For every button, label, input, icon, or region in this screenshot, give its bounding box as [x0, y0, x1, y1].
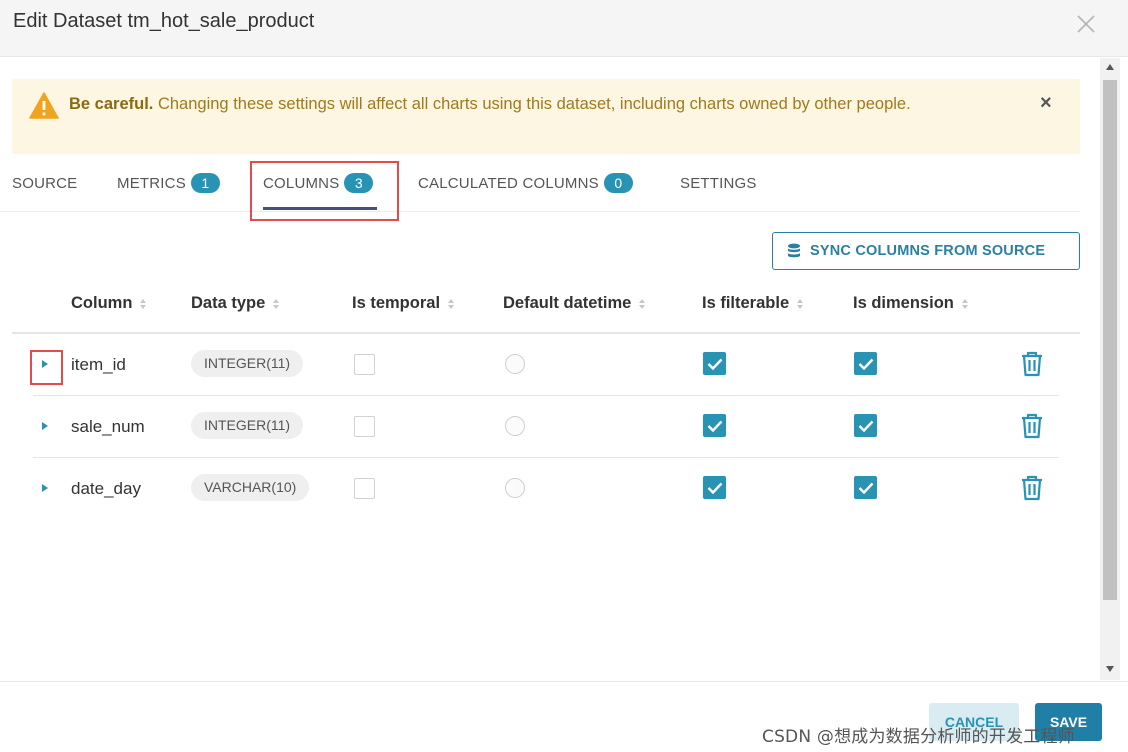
sync-button-label: SYNC COLUMNS FROM SOURCE — [810, 243, 1046, 259]
sort-icon — [273, 298, 280, 309]
alert-close-icon[interactable]: × — [1040, 92, 1052, 115]
modal-title: Edit Dataset tm_hot_sale_product — [13, 10, 315, 32]
tab-calculated-columns[interactable]: CALCULATED COLUMNS 0 — [418, 172, 633, 194]
count-badge: 1 — [190, 173, 220, 193]
sort-icon — [639, 298, 646, 309]
is-temporal-checkbox[interactable] — [354, 478, 375, 499]
tab-label: METRICS — [117, 174, 186, 192]
scroll-down-icon[interactable] — [1106, 666, 1114, 672]
is-filterable-checkbox[interactable] — [703, 476, 726, 499]
tab-settings[interactable]: SETTINGS — [680, 172, 757, 194]
tab-metrics[interactable]: METRICS 1 — [117, 172, 220, 194]
data-type-pill: INTEGER(11) — [191, 412, 304, 439]
sort-icon — [448, 298, 455, 309]
is-dimension-checkbox[interactable] — [854, 476, 877, 499]
column-name: item_id — [71, 355, 126, 374]
header-label: Is dimension — [853, 294, 954, 312]
column-name: date_day — [71, 479, 141, 498]
default-datetime-radio[interactable] — [505, 416, 525, 436]
trash-icon[interactable] — [1020, 413, 1044, 444]
scroll-up-icon[interactable] — [1106, 64, 1114, 70]
column-header-default-datetime[interactable]: Default datetime — [503, 294, 646, 313]
trash-icon[interactable] — [1020, 351, 1044, 382]
tab-label: CALCULATED COLUMNS — [418, 174, 599, 192]
data-type-pill: VARCHAR(10) — [191, 474, 310, 501]
tab-source[interactable]: SOURCE — [12, 172, 77, 194]
sort-icon — [140, 298, 147, 309]
alert-strong: Be careful. — [69, 95, 154, 113]
watermark-text: CSDN @想成为数据分析师的开发工程师 — [762, 727, 1075, 747]
table-row: date_day VARCHAR(10) — [0, 458, 1080, 519]
alert-message: Be careful. Changing these settings will… — [69, 90, 1009, 118]
scrollbar-thumb[interactable] — [1103, 80, 1117, 600]
table-row: sale_num INTEGER(11) — [0, 396, 1080, 457]
column-name: sale_num — [71, 417, 145, 436]
footer-divider — [0, 681, 1128, 682]
is-temporal-checkbox[interactable] — [354, 354, 375, 375]
tab-bar: SOURCE METRICS 1 COLUMNS 3 CALCULATED CO… — [0, 160, 1080, 212]
is-temporal-checkbox[interactable] — [354, 416, 375, 437]
checkmark-icon — [858, 420, 873, 432]
column-header-is-dimension[interactable]: Is dimension — [853, 294, 968, 313]
tab-label: SETTINGS — [680, 174, 757, 192]
is-filterable-checkbox[interactable] — [703, 352, 726, 375]
close-icon[interactable] — [1072, 10, 1100, 38]
table-row: item_id INTEGER(11) — [0, 334, 1080, 395]
warning-alert: Be careful. Changing these settings will… — [12, 79, 1080, 154]
sort-icon — [961, 298, 968, 309]
modal-header: Edit Dataset tm_hot_sale_product — [0, 0, 1128, 57]
checkmark-icon — [707, 420, 722, 432]
checkmark-icon — [858, 358, 873, 370]
highlight-box-expand-row — [30, 350, 63, 385]
checkmark-icon — [858, 482, 873, 494]
warning-icon — [29, 92, 59, 124]
header-label: Data type — [191, 294, 266, 312]
sort-icon — [797, 298, 804, 309]
checkmark-icon — [707, 482, 722, 494]
column-header-is-temporal[interactable]: Is temporal — [352, 294, 455, 313]
is-filterable-checkbox[interactable] — [703, 414, 726, 437]
highlight-box-columns-tab — [250, 161, 399, 221]
header-label: Is temporal — [352, 294, 441, 312]
is-dimension-checkbox[interactable] — [854, 414, 877, 437]
tab-label: SOURCE — [12, 174, 78, 192]
default-datetime-radio[interactable] — [505, 478, 525, 498]
data-type-pill: INTEGER(11) — [191, 350, 304, 377]
default-datetime-radio[interactable] — [505, 354, 525, 374]
header-label: Default datetime — [503, 294, 632, 312]
column-header-data-type[interactable]: Data type — [191, 294, 280, 313]
expand-row-icon[interactable] — [42, 422, 48, 430]
column-header-is-filterable[interactable]: Is filterable — [702, 294, 804, 313]
count-badge: 0 — [603, 173, 633, 193]
checkmark-icon — [707, 358, 722, 370]
alert-body: Changing these settings will affect all … — [157, 95, 911, 113]
is-dimension-checkbox[interactable] — [854, 352, 877, 375]
header-label: Column — [71, 294, 133, 312]
sync-columns-button[interactable]: SYNC COLUMNS FROM SOURCE — [772, 232, 1080, 270]
trash-icon[interactable] — [1020, 475, 1044, 506]
database-icon — [788, 243, 800, 258]
expand-row-icon[interactable] — [42, 484, 48, 492]
header-label: Is filterable — [702, 294, 790, 312]
column-header-column[interactable]: Column — [71, 294, 147, 313]
